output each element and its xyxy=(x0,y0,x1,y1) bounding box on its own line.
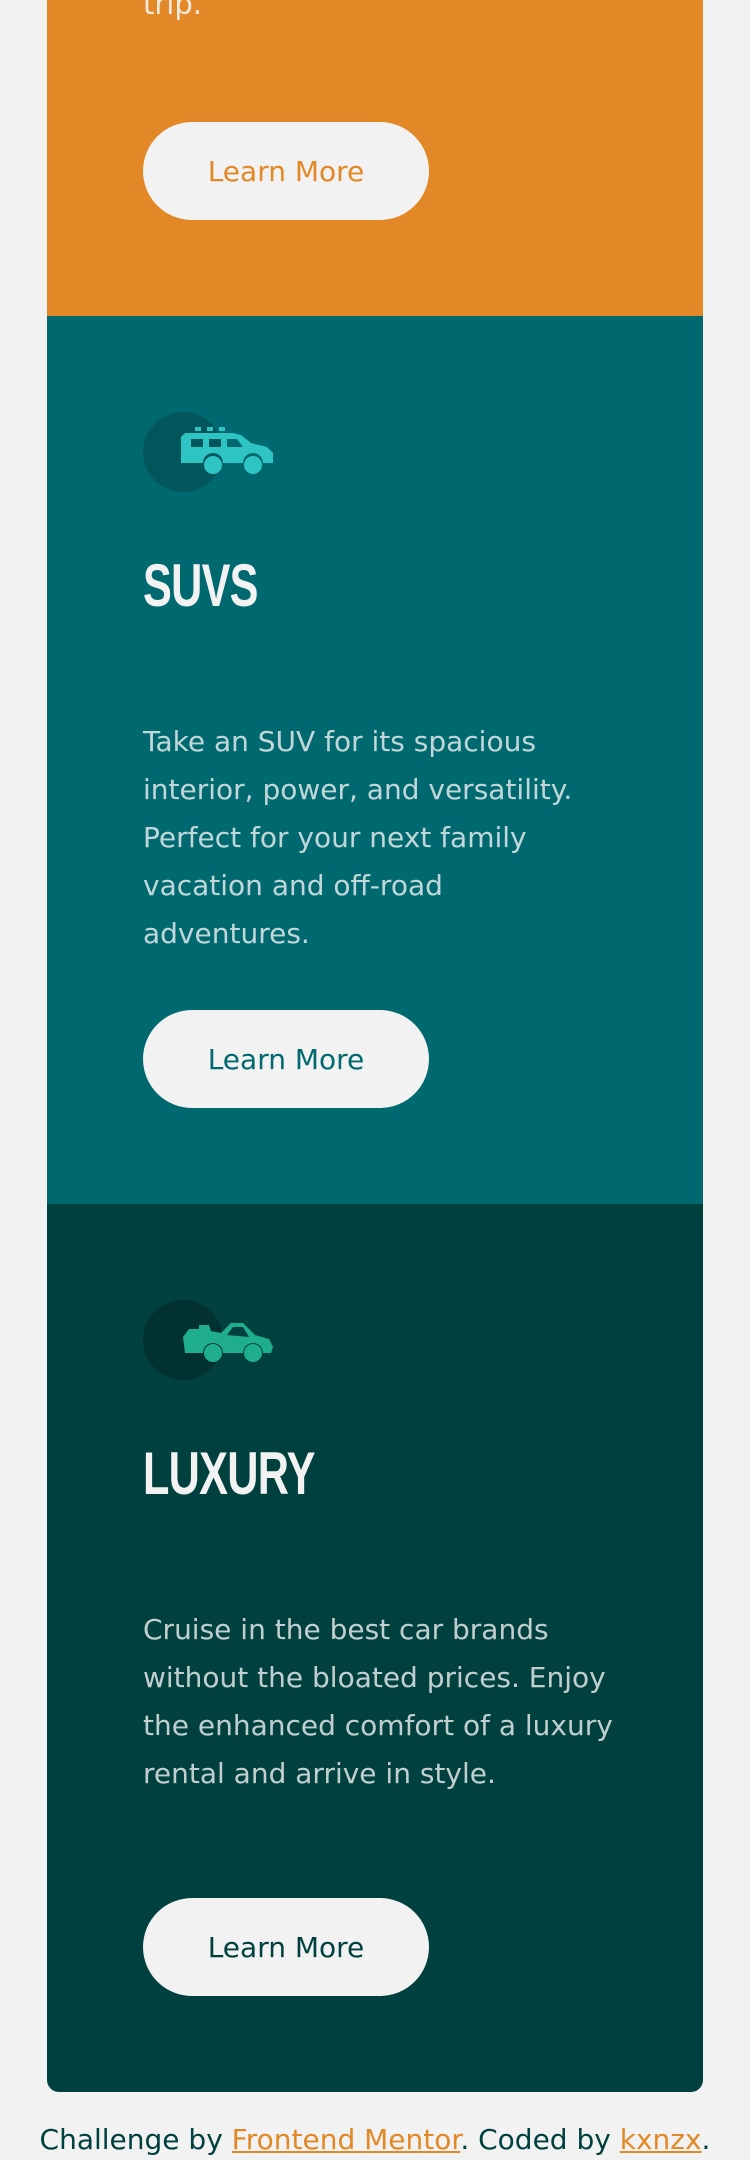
suvs-description: Take an SUV for its spacious interior, p… xyxy=(143,725,573,950)
suvs-title: SUVS xyxy=(143,552,258,619)
footer-prefix: Challenge by xyxy=(39,2123,232,2156)
cards-container: trip. Learn More SUVS Take an SUV for it… xyxy=(47,0,703,2092)
suv-icon-wrap xyxy=(143,412,275,492)
card-suvs: SUVS Take an SUV for its spacious interi… xyxy=(47,316,703,1204)
footer-middle: . Coded by xyxy=(460,2123,620,2156)
frontend-mentor-link[interactable]: Frontend Mentor xyxy=(232,2123,461,2156)
sedans-description: trip. xyxy=(143,0,202,21)
luxury-icon-wrap xyxy=(143,1300,275,1380)
suvs-learn-more-button[interactable]: Learn More xyxy=(143,1010,429,1108)
card-sedans: trip. Learn More xyxy=(47,0,703,316)
card-luxury: LUXURY Cruise in the best car brands wit… xyxy=(47,1204,703,2092)
sedans-learn-more-button[interactable]: Learn More xyxy=(143,122,429,220)
author-link[interactable]: kxnzx xyxy=(620,2123,702,2156)
luxury-description: Cruise in the best car brands without th… xyxy=(143,1613,613,1790)
attribution-footer: Challenge by Frontend Mentor. Coded by k… xyxy=(0,2120,750,2160)
luxury-car-icon xyxy=(183,1323,273,1362)
luxury-title: LUXURY xyxy=(143,1440,315,1507)
suv-car-icon xyxy=(181,427,273,474)
luxury-learn-more-button[interactable]: Learn More xyxy=(143,1898,429,1996)
footer-suffix: . xyxy=(701,2123,711,2156)
